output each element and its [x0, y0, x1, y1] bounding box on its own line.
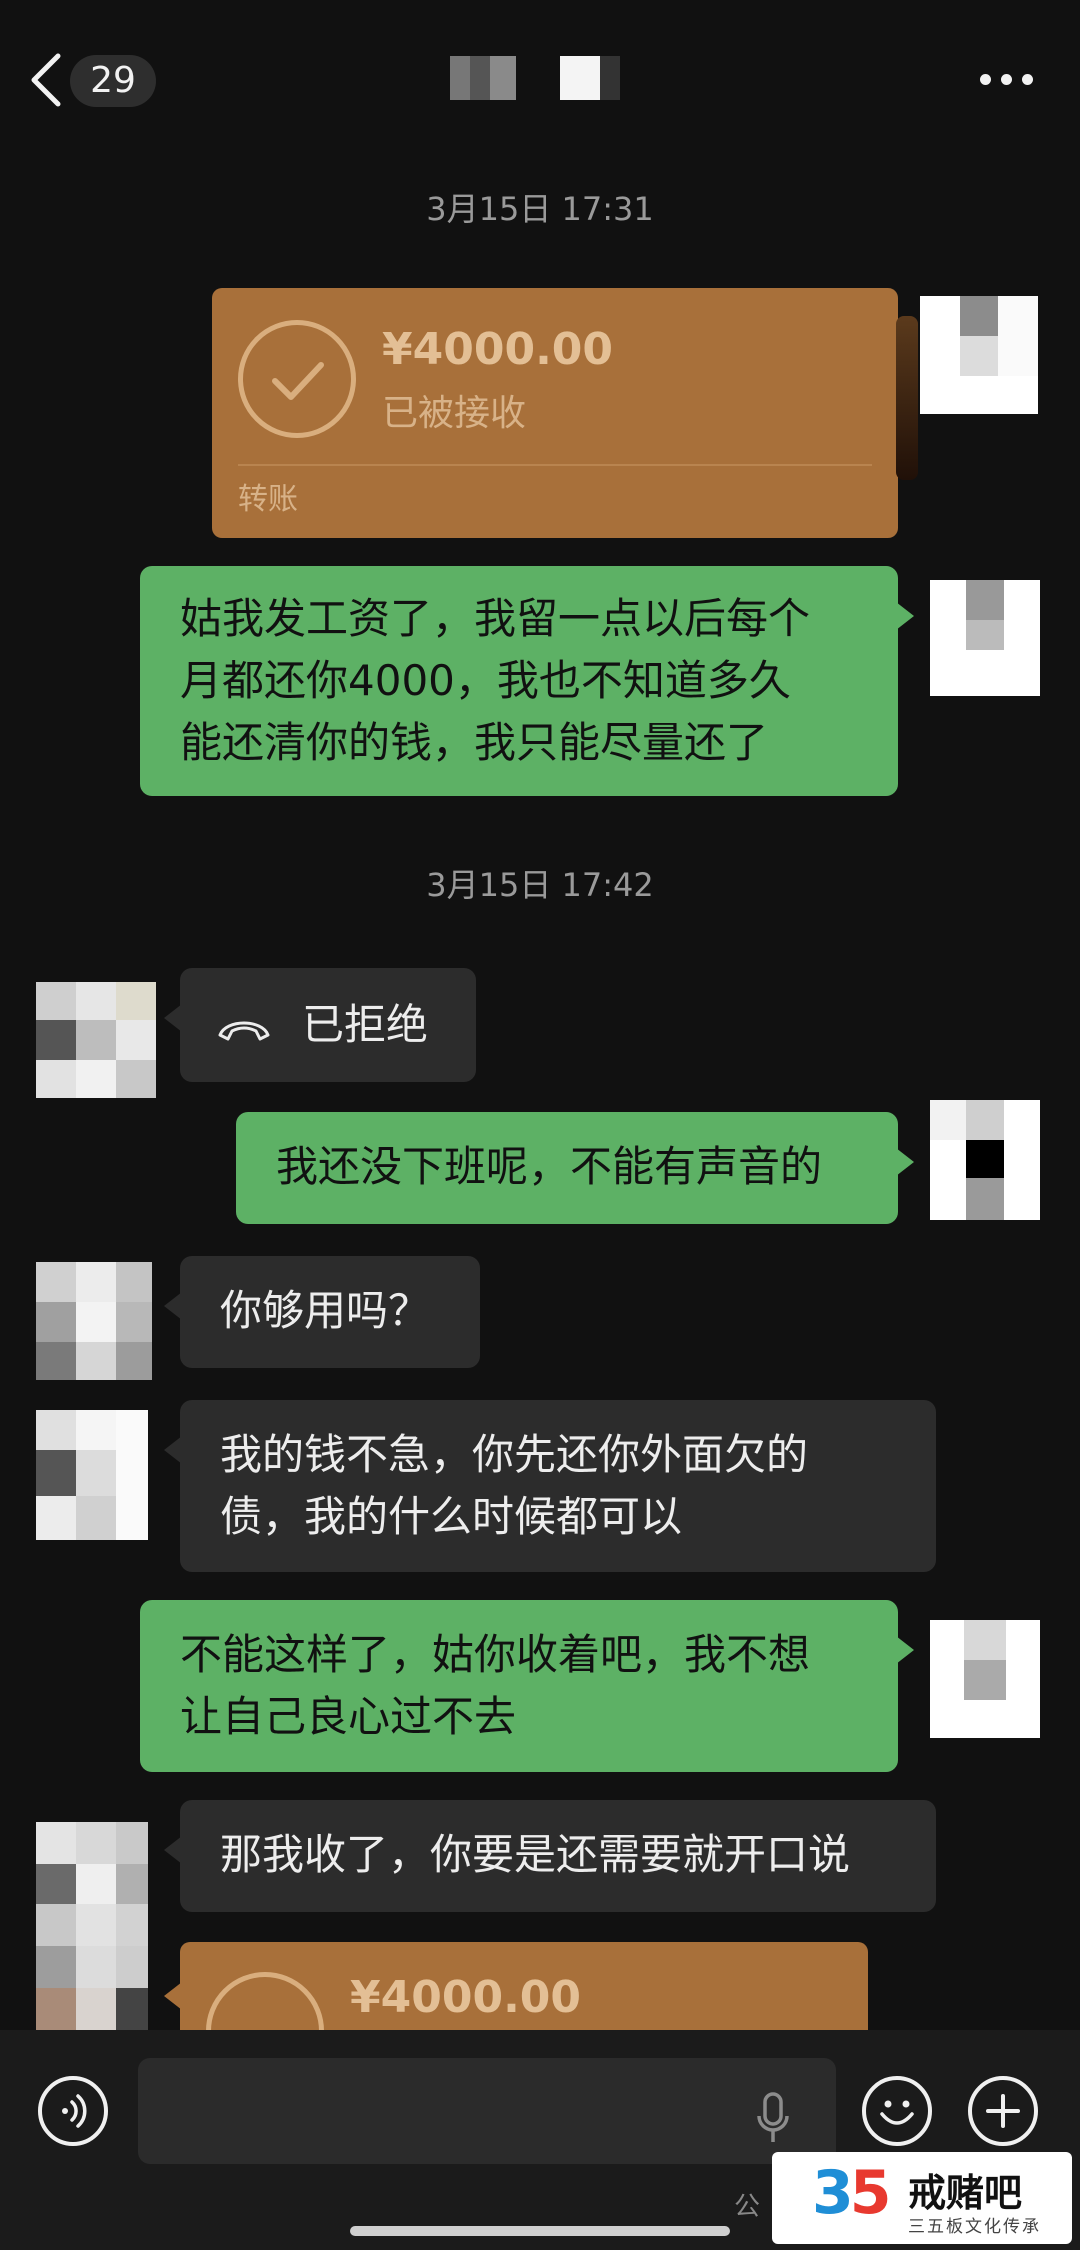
message-line: 让自己良心过不去 [180, 1692, 517, 1741]
microphone-icon[interactable] [756, 2092, 790, 2144]
emoji-icon[interactable] [862, 2076, 932, 2146]
transfer-label: 转账 [238, 482, 298, 517]
message-bubble-received[interactable]: 那我收了，你要是还需要就开口说 [164, 1800, 936, 1912]
message-bubble-received[interactable]: 我的钱不急，你先还你外面欠的 债，我的什么时候都可以 [164, 1400, 936, 1572]
watermark-tagline: 三五板文化传承 [908, 2217, 1041, 2237]
divider [238, 464, 872, 466]
bubble-tail [164, 1982, 182, 2010]
watermark-number: 35 [812, 2158, 891, 2228]
call-record-bubble[interactable]: 已拒绝 [164, 968, 476, 1082]
watermark-logo: 35 戒赌吧 三五板文化传承 [772, 2152, 1072, 2244]
transfer-card[interactable]: ¥4000.00 已被接收 转账 [212, 288, 898, 538]
message-line: 不能这样了，姑你收着吧，我不想 [180, 1630, 811, 1679]
avatar[interactable] [36, 1262, 152, 1380]
checkmark-icon [238, 320, 356, 438]
message-line: 债，我的什么时候都可以 [220, 1492, 683, 1541]
message-input[interactable] [138, 2058, 836, 2164]
message-bubble-received[interactable]: 你够用吗？ [164, 1256, 480, 1368]
back-chevron-icon[interactable] [28, 52, 64, 108]
watermark-brand: 戒赌吧 [908, 2171, 1023, 2215]
message-line: 能还清你的钱，我只能尽量还了 [180, 718, 769, 767]
message-bubble-sent[interactable]: 不能这样了，姑你收着吧，我不想 让自己良心过不去 [140, 1600, 914, 1772]
avatar[interactable] [930, 1100, 1040, 1220]
message-line: 姑我发工资了，我留一点以后每个 [180, 594, 811, 643]
more-options-icon[interactable] [980, 72, 1036, 88]
transfer-card[interactable]: ¥4000.00 [164, 1942, 868, 2090]
home-indicator[interactable] [350, 2226, 730, 2236]
avatar[interactable] [920, 296, 1038, 414]
phone-hangup-icon [218, 1021, 270, 1040]
avatar[interactable] [36, 982, 156, 1098]
message-line: 我的钱不急，你先还你外面欠的 [220, 1430, 809, 1479]
message-text: 我还没下班呢，不能有声音的 [276, 1142, 823, 1191]
transfer-amount: ¥4000.00 [382, 324, 614, 375]
watermark-prefix: 公 [734, 2192, 761, 2222]
message-text: 你够用吗？ [220, 1286, 431, 1335]
timestamp: 3月15日 17:31 [426, 190, 654, 228]
call-status: 已拒绝 [302, 1000, 429, 1049]
chat-header: 29 [0, 0, 1080, 160]
avatar[interactable] [930, 580, 1040, 696]
chat-title-obscured [450, 56, 640, 100]
avatar[interactable] [36, 1410, 148, 1540]
message-bubble-sent[interactable]: 姑我发工资了，我留一点以后每个 月都还你4000，我也不知道多久 能还清你的钱，… [140, 566, 914, 796]
voice-icon[interactable] [38, 2076, 108, 2146]
transfer-amount: ¥4000.00 [350, 1972, 582, 2023]
avatar[interactable] [930, 1620, 1040, 1738]
plus-icon[interactable] [968, 2076, 1038, 2146]
message-text: 那我收了，你要是还需要就开口说 [220, 1830, 851, 1879]
message-line: 月都还你4000，我也不知道多久 [180, 656, 791, 705]
unread-count-badge[interactable]: 29 [70, 55, 156, 107]
avatar[interactable] [36, 1822, 148, 2030]
avatar-edge [896, 316, 918, 480]
timestamp: 3月15日 17:42 [426, 866, 654, 904]
transfer-status: 已被接收 [382, 393, 527, 434]
message-bubble-sent[interactable]: 我还没下班呢，不能有声音的 [236, 1112, 914, 1224]
